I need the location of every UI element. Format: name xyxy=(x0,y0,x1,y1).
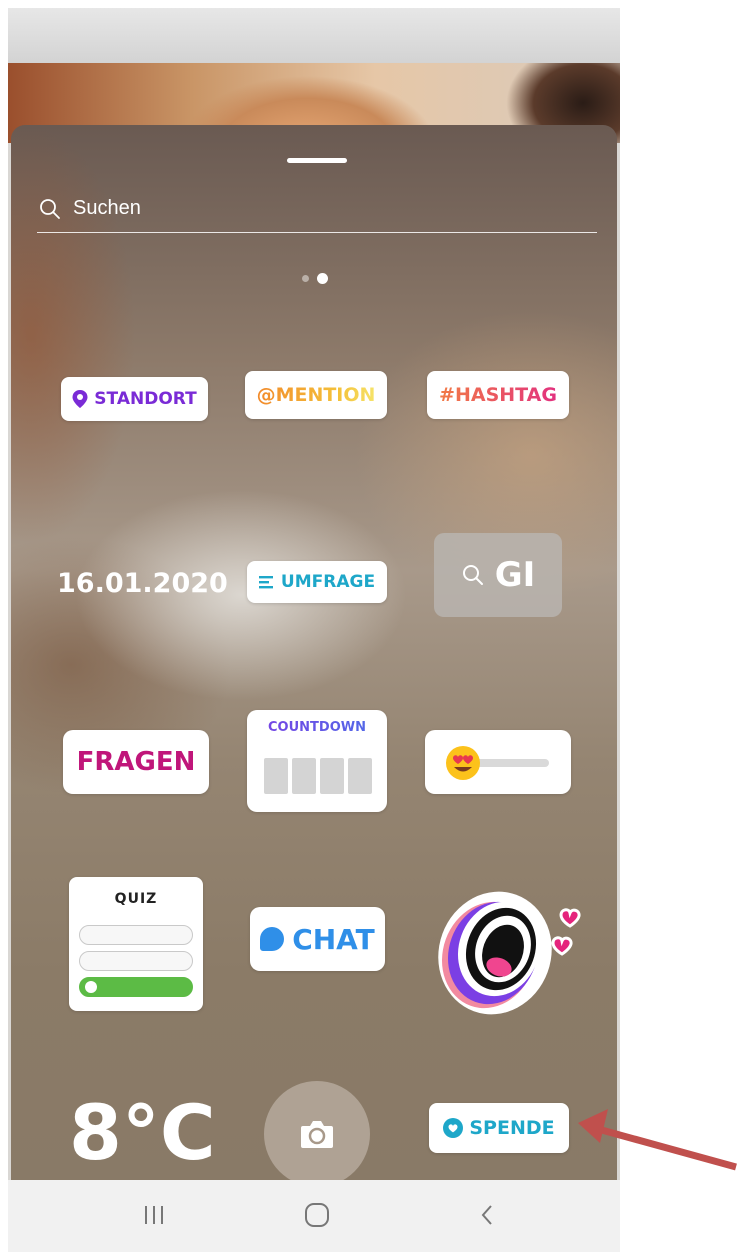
annotation-arrow-icon xyxy=(578,1109,737,1171)
chat-bubble-icon xyxy=(260,927,285,951)
search-input[interactable] xyxy=(73,197,473,220)
countdown-box xyxy=(264,758,288,794)
temperature-sticker[interactable]: 8°C xyxy=(69,1080,219,1184)
questions-sticker[interactable]: FRAGEN xyxy=(63,730,209,794)
heart-circle-icon xyxy=(443,1118,464,1138)
chat-sticker[interactable]: CHAT xyxy=(250,907,385,971)
system-navigation-bar xyxy=(8,1180,620,1252)
countdown-boxes xyxy=(264,758,372,794)
tray-drag-handle[interactable] xyxy=(287,158,347,163)
countdown-sticker[interactable]: COUNTDOWN xyxy=(247,710,387,812)
gif-sticker-label: GI xyxy=(494,555,536,595)
check-icon xyxy=(85,981,97,993)
page-dot-active xyxy=(317,273,328,284)
hashtag-sticker-label: #HASHTAG xyxy=(439,384,557,406)
location-pin-icon xyxy=(72,390,88,408)
questions-sticker-label: FRAGEN xyxy=(76,747,196,777)
quiz-option-correct xyxy=(79,977,193,997)
quiz-option xyxy=(79,951,193,971)
gif-search-icon xyxy=(462,565,483,585)
mention-sticker[interactable]: @MENTION xyxy=(245,371,387,419)
quiz-sticker-label: QUIZ xyxy=(114,891,158,907)
mention-sticker-label: @MENTION xyxy=(256,384,376,406)
countdown-sticker-label: COUNTDOWN xyxy=(247,720,387,735)
quiz-option xyxy=(79,925,193,945)
poll-lines-icon xyxy=(258,576,273,589)
gif-sticker[interactable]: GI xyxy=(434,533,562,617)
home-button[interactable] xyxy=(297,1200,337,1230)
chat-sticker-label: CHAT xyxy=(292,922,375,956)
location-sticker[interactable]: STANDORT xyxy=(61,377,208,421)
page-indicator xyxy=(302,273,328,284)
location-sticker-label: STANDORT xyxy=(94,389,197,409)
recent-apps-icon xyxy=(145,1206,163,1224)
back-icon xyxy=(481,1205,492,1225)
page-dot xyxy=(302,275,309,282)
countdown-box xyxy=(348,758,372,794)
back-button[interactable] xyxy=(467,1200,507,1230)
sticker-tray: STANDORT @MENTION #HASHTAG 16.01.2020 UM… xyxy=(11,125,617,1185)
home-icon xyxy=(305,1203,329,1227)
hashtag-sticker[interactable]: #HASHTAG xyxy=(427,371,569,419)
recent-apps-button[interactable] xyxy=(134,1200,174,1230)
quiz-sticker[interactable]: QUIZ xyxy=(69,877,203,1011)
camera-icon xyxy=(301,1121,333,1148)
poll-sticker-label: UMFRAGE xyxy=(280,572,376,592)
donation-sticker[interactable]: SPENDE xyxy=(429,1103,569,1153)
search-icon xyxy=(40,198,60,219)
countdown-box xyxy=(292,758,316,794)
heart-eyes-emoji-icon xyxy=(446,746,480,780)
sticker-search-bar xyxy=(37,185,597,233)
camera-button[interactable] xyxy=(264,1081,370,1185)
donation-sticker-label: SPENDE xyxy=(469,1117,555,1139)
phone-screen: STANDORT @MENTION #HASHTAG 16.01.2020 UM… xyxy=(8,8,620,1252)
screaming-mouth-sticker-icon[interactable] xyxy=(423,877,593,1017)
countdown-box xyxy=(320,758,344,794)
status-bar-area xyxy=(8,8,620,66)
date-sticker[interactable]: 16.01.2020 xyxy=(57,560,228,606)
poll-sticker[interactable]: UMFRAGE xyxy=(247,561,387,603)
emoji-slider-sticker[interactable] xyxy=(425,730,571,794)
